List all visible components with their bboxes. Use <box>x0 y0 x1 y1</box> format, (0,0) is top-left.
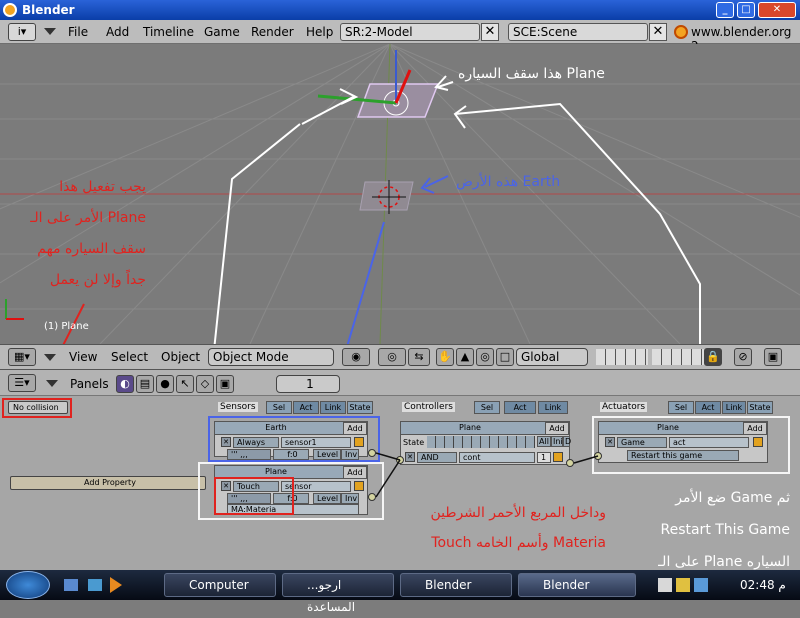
link-icon[interactable]: ⊘ <box>734 348 752 366</box>
menu-game[interactable]: Game <box>204 25 240 39</box>
annotation-left-line: جداً وإلا لن يعمل <box>49 272 146 288</box>
editor-type-grid-icon[interactable]: ▦▾ <box>8 348 36 366</box>
scene-name: SCE:Scene <box>513 25 578 39</box>
close-button[interactable]: ✕ <box>758 2 796 18</box>
layer-buttons-row2[interactable] <box>652 349 704 365</box>
volume-icon[interactable] <box>676 578 690 592</box>
tray-icon[interactable] <box>694 578 708 592</box>
3d-viewport[interactable]: (1) Plane هذا سقف السياره Plane هذه الأر… <box>0 44 800 344</box>
menu-view[interactable]: View <box>69 350 97 364</box>
logic-editor: ☰▾ Panels ◐ ▤ ● ↖ ◇ ▣ 1 No collision Add… <box>0 370 800 570</box>
show-desktop-icon[interactable] <box>64 579 78 591</box>
rotate-icon[interactable]: ◎ <box>476 348 494 366</box>
annotation-inside-red: وداخل المربع الأحمر الشرطين Touch وأسم ا… <box>386 498 606 558</box>
render-icon[interactable]: ▣ <box>764 348 782 366</box>
annotation-right-line: على الـ Plane السياره <box>658 554 790 570</box>
menu-object[interactable]: Object <box>161 350 200 364</box>
taskbar-computer[interactable]: Computer <box>164 573 276 597</box>
switch-windows-icon[interactable] <box>88 579 102 591</box>
annotation-inside-red-line: Touch وأسم الخامه Materia <box>431 535 606 551</box>
mode-dropdown[interactable]: Object Mode <box>208 348 334 366</box>
annotation-right-line: ضع الأمر Game ثم <box>675 490 790 506</box>
active-object-label: (1) Plane <box>44 321 89 332</box>
manipulator-hand-icon[interactable]: ✋ <box>436 348 454 366</box>
menu-bar: i▾ File Add Timeline Game Render Help SR… <box>0 20 800 53</box>
delete-scene-button[interactable]: ✕ <box>649 23 667 41</box>
lock-icon[interactable]: 🔒 <box>704 348 722 366</box>
taskbar-blender-2[interactable]: Blender <box>518 573 636 597</box>
blender-logo-icon <box>3 3 17 17</box>
taskbar-blender-2-label: Blender <box>543 578 590 592</box>
menu-timeline[interactable]: Timeline <box>143 25 194 39</box>
draw-type-icon[interactable]: ◉ <box>342 348 370 366</box>
window-title: Blender <box>22 3 75 17</box>
taskbar-blender-1[interactable]: Blender <box>400 573 512 597</box>
menu-render[interactable]: Render <box>251 25 294 39</box>
orientation-dropdown[interactable]: Global <box>516 348 588 366</box>
title-bar: Blender _ □ ✕ <box>0 0 800 20</box>
menu-add[interactable]: Add <box>106 25 129 39</box>
mode-value: Object Mode <box>213 350 289 364</box>
annotation-left-line: الأمر على الـ Plane <box>30 210 146 226</box>
clock[interactable]: م 02:48 <box>740 578 786 592</box>
annotation-right-line: Restart This Game <box>660 522 790 538</box>
translate-icon[interactable]: ▲ <box>456 348 474 366</box>
annotation-right-side: ضع الأمر Game ثم Restart This Game على ا… <box>612 482 790 570</box>
menu-help[interactable]: Help <box>306 25 333 39</box>
screen-selector[interactable]: SR:2-Model <box>340 23 480 41</box>
orientation-value: Global <box>521 350 560 364</box>
annotation-left-line: يجب تفعيل هذا <box>59 179 146 195</box>
screen-name: SR:2-Model <box>345 25 413 39</box>
align-icon[interactable]: ⇆ <box>408 348 430 366</box>
collapse-menu-icon[interactable] <box>44 28 56 35</box>
media-player-icon[interactable] <box>110 577 122 593</box>
info-window-type-icon[interactable]: i▾ <box>8 23 36 41</box>
annotation-left-line: سقف السياره مهم <box>37 241 146 257</box>
earth-object[interactable] <box>359 181 414 211</box>
3d-view-header: ▦▾ View Select Object Object Mode ◉ ◎ ⇆ … <box>0 344 800 370</box>
layer-buttons-row1[interactable] <box>596 349 648 365</box>
annotation-plane-roof: هذا سقف السياره Plane <box>458 66 605 82</box>
pivot-icon[interactable]: ◎ <box>378 348 406 366</box>
taskbar-computer-label: Computer <box>189 578 249 592</box>
annotation-left-note: يجب تفعيل هذا الأمر على الـ Plane سقف ال… <box>8 172 146 296</box>
annotation-earth-ground: هذه الأرض Earth <box>456 174 561 190</box>
taskbar: Computer ...ارجو المساعدة Blender Blende… <box>0 570 800 614</box>
annotation-inside-red-line: وداخل المربع الأحمر الشرطين <box>430 505 606 521</box>
start-button[interactable] <box>6 571 50 599</box>
scale-icon[interactable]: □ <box>496 348 514 366</box>
collapse-header-icon[interactable] <box>44 354 56 361</box>
minimize-button[interactable]: _ <box>716 2 734 18</box>
taskbar-blender-1-label: Blender <box>425 578 472 592</box>
taskbar-browser[interactable]: ...ارجو المساعدة <box>282 573 394 614</box>
scene-selector[interactable]: SCE:Scene <box>508 23 648 41</box>
menu-select[interactable]: Select <box>111 350 148 364</box>
blender-site-icon <box>674 25 688 39</box>
maximize-button[interactable]: □ <box>737 2 755 18</box>
menu-file[interactable]: File <box>68 25 88 39</box>
network-icon[interactable] <box>658 578 672 592</box>
taskbar-browser-label: ...ارجو المساعدة <box>307 578 356 614</box>
delete-screen-button[interactable]: ✕ <box>481 23 499 41</box>
